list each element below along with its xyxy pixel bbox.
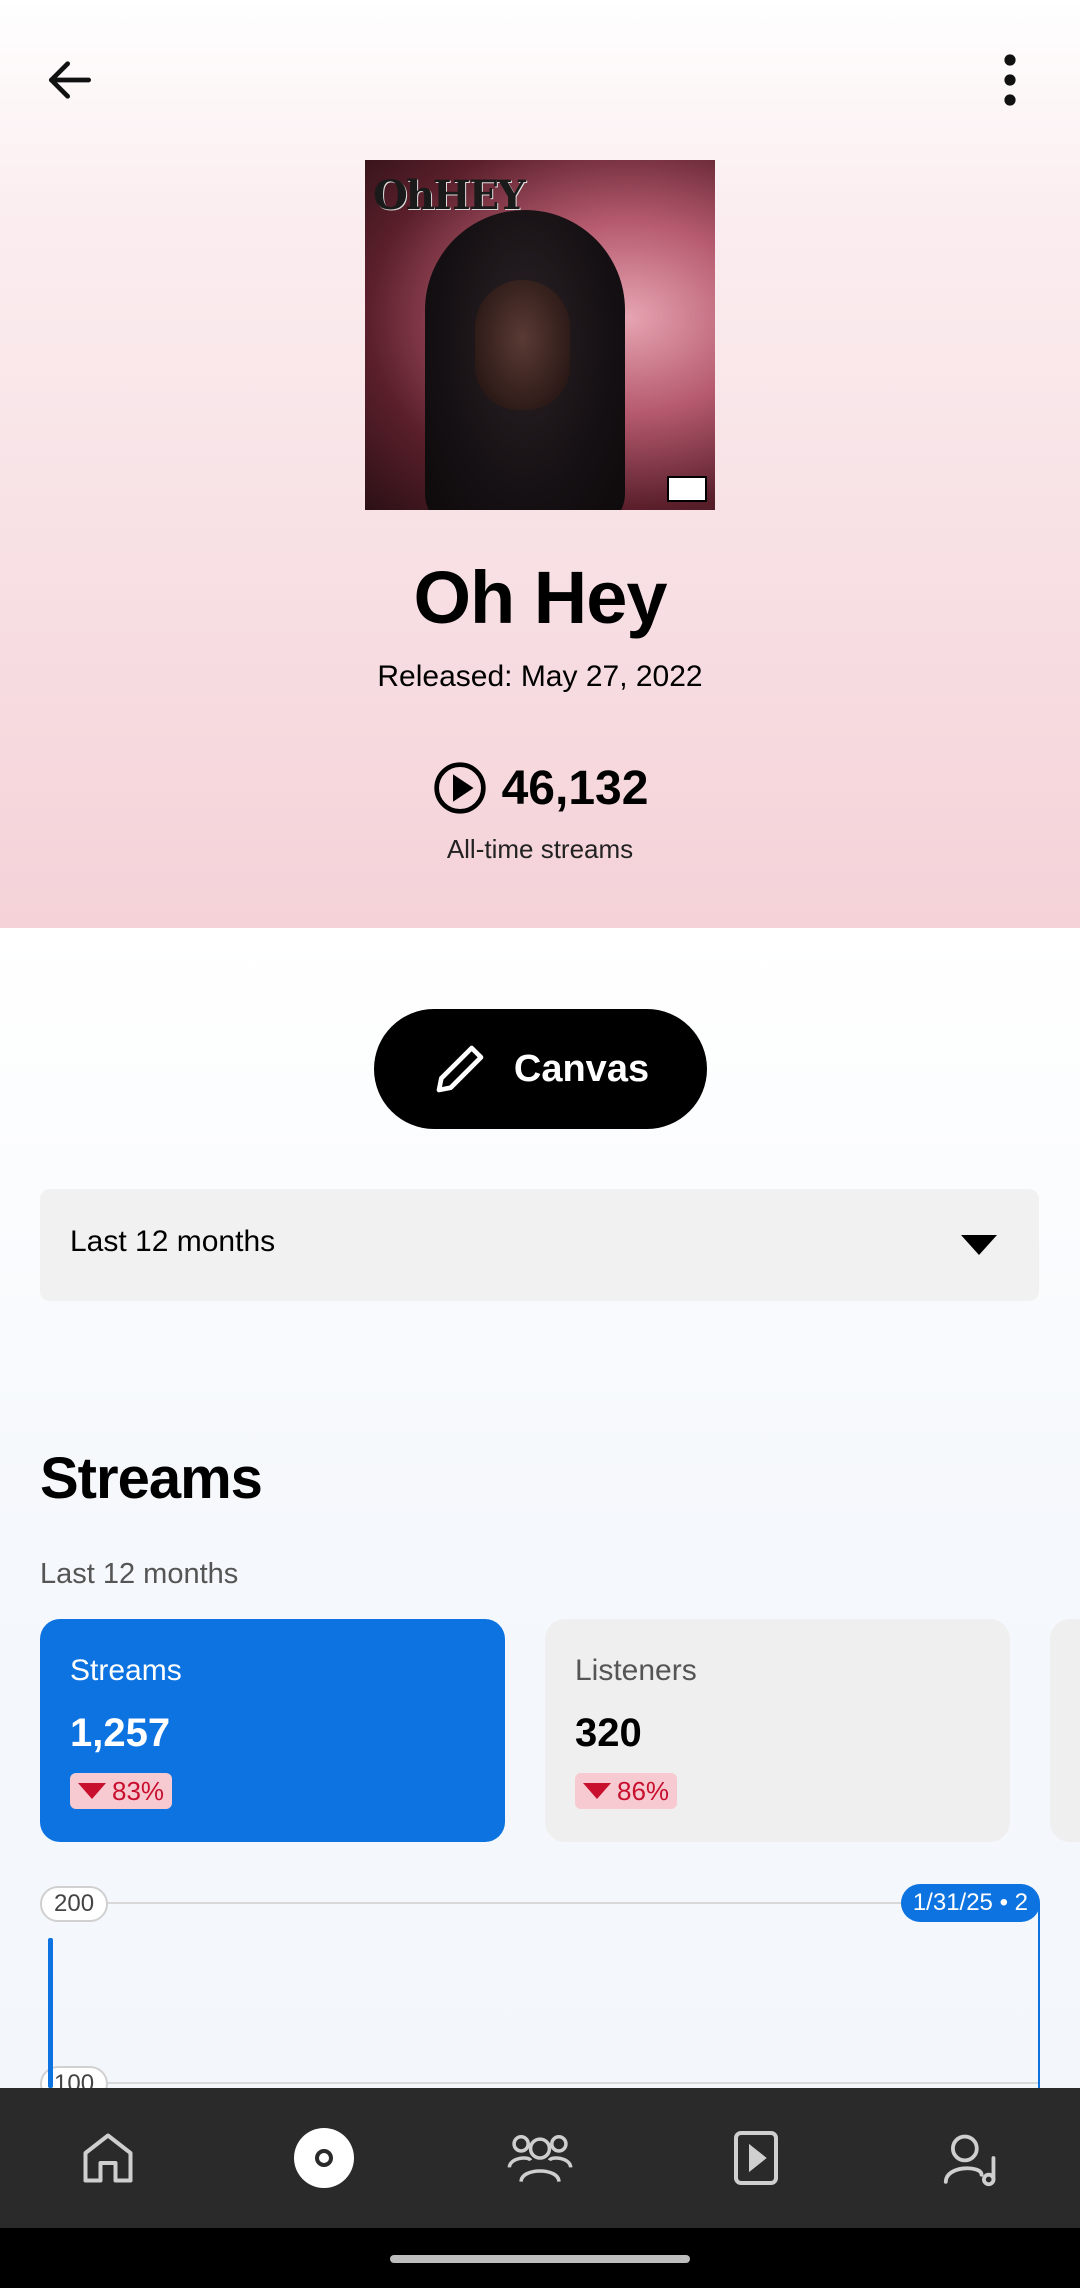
- change-badge: 83%: [70, 1773, 173, 1809]
- home-icon: [83, 2133, 133, 2183]
- home-gesture-handle[interactable]: [390, 2255, 690, 2263]
- time-range-dropdown[interactable]: Last 12 months: [40, 1189, 1039, 1301]
- audience-icon: [507, 2135, 573, 2183]
- gridline-100: [40, 2082, 1040, 2084]
- all-time-streams: 46,132: [0, 760, 1080, 816]
- pencil-icon: [436, 1045, 484, 1093]
- chart-tooltip: 1/31/25 • 2: [900, 1884, 1040, 1922]
- trend-down-icon: [78, 1783, 106, 1799]
- play-circle-icon: [433, 762, 486, 814]
- change-value: 86%: [617, 1775, 670, 1806]
- change-value: 83%: [112, 1775, 165, 1806]
- all-time-streams-value: 46,132: [501, 761, 649, 815]
- nav-release[interactable]: [274, 2108, 374, 2208]
- streams-section-subtitle: Last 12 months: [40, 1558, 239, 1590]
- metric-card-listeners[interactable]: Listeners 320 86%: [545, 1619, 1010, 1842]
- trend-down-icon: [583, 1783, 611, 1799]
- caret-down-icon: [961, 1235, 997, 1255]
- chart-bar-start: [48, 1938, 53, 2088]
- metric-label: Listeners: [575, 1654, 697, 1687]
- metric-card-next[interactable]: [1050, 1619, 1080, 1842]
- arrow-left-icon: [49, 61, 91, 99]
- all-time-streams-label: All-time streams: [446, 834, 634, 864]
- nav-video[interactable]: [706, 2108, 806, 2208]
- bottom-navigation: [0, 2088, 1080, 2228]
- time-range-value: Last 12 months: [70, 1225, 276, 1258]
- back-button[interactable]: [30, 40, 110, 120]
- canvas-button-label: Canvas: [513, 1047, 650, 1090]
- system-gesture-bar: [0, 2228, 1080, 2288]
- metric-card-streams[interactable]: Streams 1,257 83%: [40, 1619, 505, 1842]
- release-date: Released: May 27, 2022: [377, 660, 703, 693]
- metric-label: Streams: [70, 1654, 182, 1687]
- profile-icon: [943, 2134, 996, 2187]
- canvas-button[interactable]: Canvas: [374, 1009, 707, 1129]
- streams-chart: 200 100 1/31/25 • 2: [40, 1880, 1040, 2104]
- cover-face: [475, 280, 570, 410]
- nav-home[interactable]: [58, 2108, 158, 2208]
- track-title: Oh Hey: [413, 556, 667, 639]
- more-options-button[interactable]: [970, 40, 1050, 120]
- gridline-200: [40, 1902, 1040, 1904]
- nav-profile[interactable]: [922, 2108, 1022, 2208]
- album-cover: OhHEY: [365, 160, 715, 510]
- change-badge: 86%: [575, 1773, 678, 1809]
- nav-audience[interactable]: [490, 2108, 590, 2208]
- parental-advisory-label: [667, 476, 707, 502]
- metric-value: 1,257: [70, 1711, 171, 1755]
- chart-cursor-line[interactable]: [1038, 1904, 1040, 2104]
- metric-value: 320: [575, 1711, 642, 1755]
- cover-logo-text: OhHEY: [373, 172, 526, 219]
- y-tick-200: 200: [40, 1886, 109, 1922]
- streams-section-title: Streams: [40, 1446, 263, 1511]
- release-icon: [294, 2128, 354, 2188]
- video-icon: [734, 2131, 778, 2185]
- more-vertical-icon: [1004, 54, 1016, 106]
